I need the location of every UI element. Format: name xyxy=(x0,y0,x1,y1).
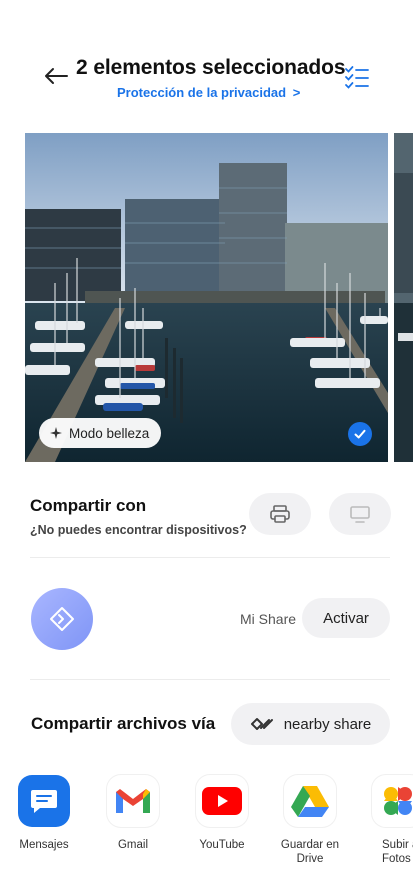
app-youtube[interactable]: YouTube xyxy=(184,775,260,852)
mi-share-icon-button[interactable] xyxy=(31,588,93,650)
share-with-title: Compartir con xyxy=(30,496,147,515)
privacy-link[interactable]: Protección de la privacidad > xyxy=(117,85,300,100)
drive-app-icon xyxy=(284,775,336,827)
checklist-icon xyxy=(345,66,369,89)
gmail-app-icon xyxy=(107,775,159,827)
select-list-button[interactable] xyxy=(344,64,370,90)
next-photo-thumbnail[interactable] xyxy=(394,133,413,462)
app-label: Subir a Fotos xyxy=(382,839,413,865)
app-label: Guardar en Drive xyxy=(280,839,340,865)
messages-app-icon xyxy=(18,775,70,827)
app-mensajes[interactable]: Mensajes xyxy=(6,775,82,852)
divider xyxy=(30,679,390,680)
sparkle-icon xyxy=(50,427,62,439)
nearby-share-button[interactable]: nearby share xyxy=(231,703,390,745)
no-devices-link[interactable]: ¿No puedes encontrar dispositivos? xyxy=(30,523,247,537)
share-with-section: Compartir con ¿No puedes encontrar dispo… xyxy=(30,496,247,537)
nearby-share-icon xyxy=(250,718,273,730)
check-icon xyxy=(354,429,366,439)
divider xyxy=(30,557,390,558)
photo-carousel[interactable]: Modo belleza xyxy=(0,133,413,462)
google-photos-icon xyxy=(384,787,412,815)
page-title: 2 elementos seleccionados xyxy=(76,56,346,79)
app-label: Gmail xyxy=(117,839,149,851)
app-photos[interactable]: Subir a Fotos xyxy=(360,775,413,866)
print-button[interactable] xyxy=(249,493,311,535)
arrow-left-icon xyxy=(45,68,68,84)
youtube-app-icon xyxy=(196,775,248,827)
app-drive[interactable]: Guardar en Drive xyxy=(272,775,348,866)
header: 2 elementos seleccionados Protección de … xyxy=(0,52,413,108)
monitor-icon xyxy=(350,506,370,523)
google-drive-icon xyxy=(291,786,329,817)
share-via-title: Compartir archivos vía xyxy=(31,714,216,733)
photos-app-icon xyxy=(372,775,413,827)
app-label: YouTube xyxy=(199,839,245,851)
message-bubble-icon xyxy=(31,790,57,813)
share-apps-row: Mensajes Gmail YouTube Guardar en Drive … xyxy=(0,775,413,896)
app-gmail[interactable]: Gmail xyxy=(95,775,171,852)
nearby-share-label: nearby share xyxy=(283,715,372,733)
photo-thumbnail[interactable]: Modo belleza xyxy=(25,133,388,462)
beauty-mode-chip[interactable]: Modo belleza xyxy=(39,418,162,448)
privacy-link-label: Protección de la privacidad xyxy=(117,85,287,100)
chevron-right-icon: > xyxy=(292,85,301,100)
mi-share-label: Mi Share xyxy=(240,611,297,627)
cast-screen-button[interactable] xyxy=(329,493,391,535)
beauty-mode-label: Modo belleza xyxy=(69,425,150,441)
printer-icon xyxy=(270,505,290,523)
next-photo-preview xyxy=(394,133,413,462)
app-label: Mensajes xyxy=(19,839,69,851)
mi-share-icon xyxy=(50,607,74,631)
harbor-photo xyxy=(25,133,388,462)
youtube-icon xyxy=(202,787,242,815)
back-button[interactable] xyxy=(42,62,70,90)
activate-button[interactable]: Activar xyxy=(302,598,390,638)
gmail-icon xyxy=(116,789,150,813)
selected-check-badge[interactable] xyxy=(348,422,372,446)
